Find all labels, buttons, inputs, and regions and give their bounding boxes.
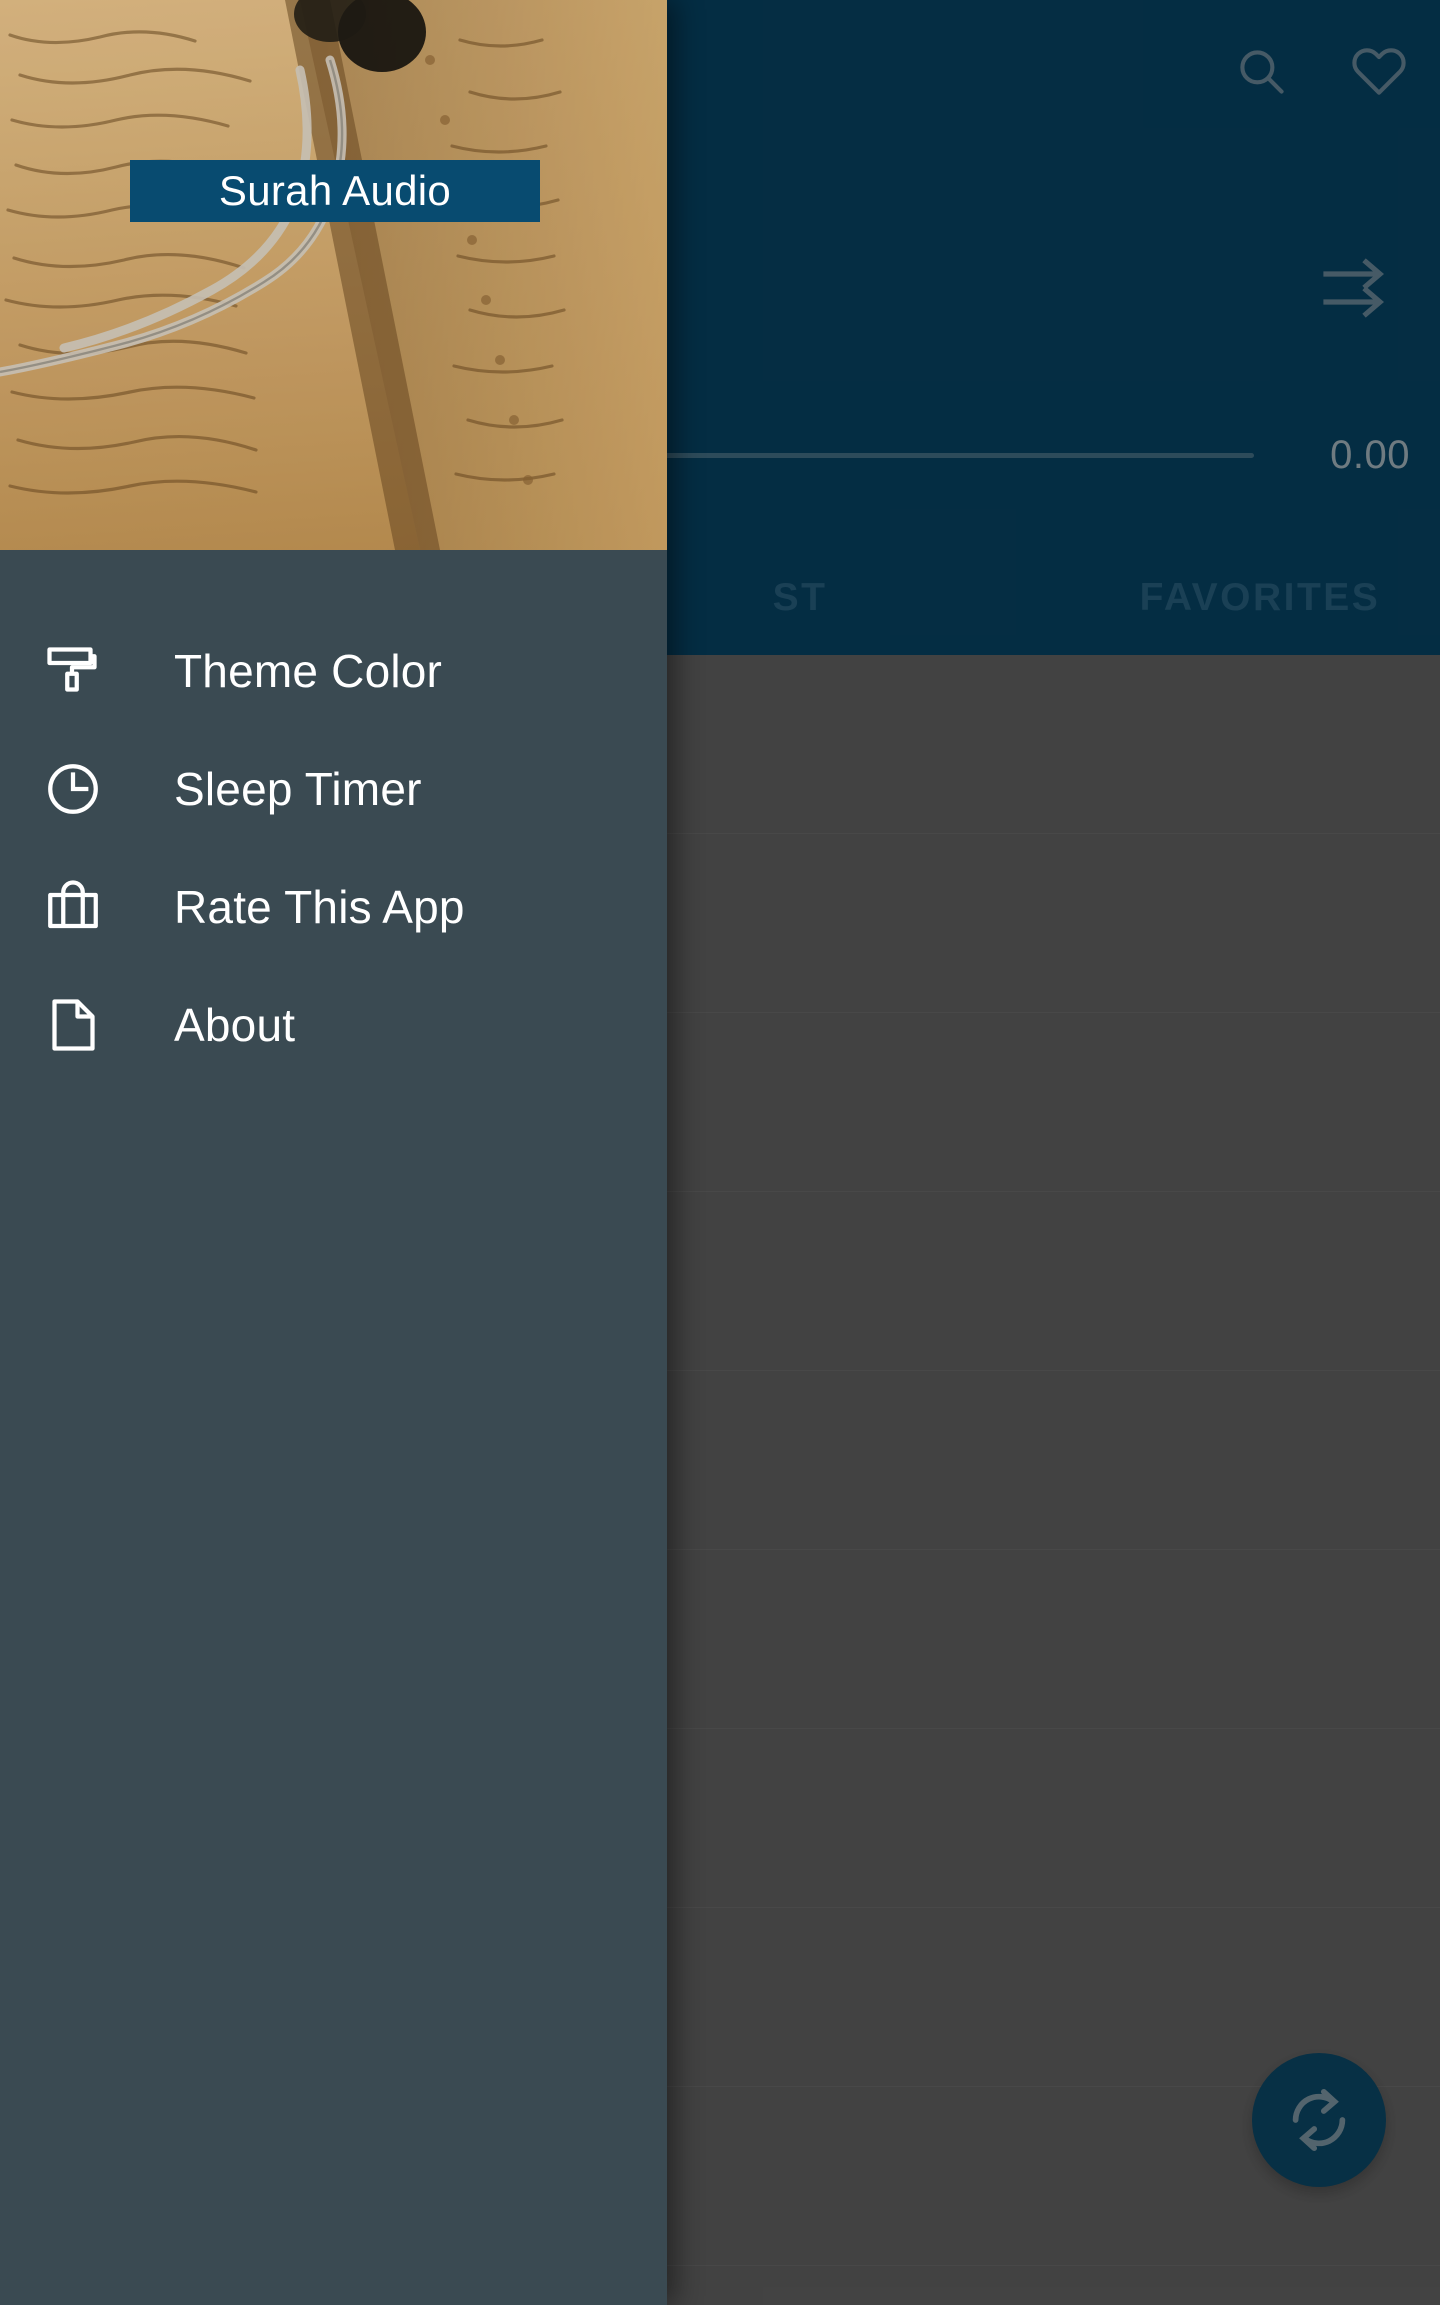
quran-book-photo <box>0 0 667 550</box>
drawer-item-about[interactable]: About <box>0 966 667 1084</box>
tab-favorites[interactable]: FAVORITES <box>1080 576 1440 620</box>
drawer-header: Surah Audio <box>0 0 667 550</box>
search-icon[interactable] <box>1230 40 1292 102</box>
drawer-header-title: Surah Audio <box>218 167 452 214</box>
drawer-item-theme-color[interactable]: Theme Color <box>0 612 667 730</box>
drawer-header-title-badge: Surah Audio <box>130 160 540 222</box>
drawer-item-label: Theme Color <box>174 645 443 697</box>
heart-icon[interactable] <box>1348 40 1410 102</box>
app-bar-actions <box>1230 40 1410 102</box>
drawer-item-label: Sleep Timer <box>174 763 422 815</box>
drawer-item-rate-this-app[interactable]: Rate This App <box>0 848 667 966</box>
drawer-item-sleep-timer[interactable]: Sleep Timer <box>0 730 667 848</box>
refresh-fab[interactable] <box>1252 2053 1386 2187</box>
drawer-item-label: Rate This App <box>174 881 465 933</box>
drawer-menu: Theme Color Sleep Timer Rate This App Ab… <box>0 550 667 1084</box>
current-time-label: 0.00 <box>1330 432 1410 477</box>
seek-bar-row[interactable]: 0.00 <box>540 425 1410 485</box>
navigation-drawer: Surah Audio Theme Color Sleep Timer Rate… <box>0 0 667 2305</box>
drawer-item-label: About <box>174 999 296 1051</box>
paint-roller-icon <box>40 638 106 704</box>
document-icon <box>40 992 106 1058</box>
clock-icon <box>40 756 106 822</box>
shopping-bag-icon <box>40 874 106 940</box>
refresh-sync-icon <box>1292 2088 1346 2152</box>
skip-next-double-arrow-icon[interactable] <box>1318 250 1394 331</box>
app-root: 0.00 ST FAVORITES Surah Audio Theme Colo… <box>0 0 1440 2305</box>
